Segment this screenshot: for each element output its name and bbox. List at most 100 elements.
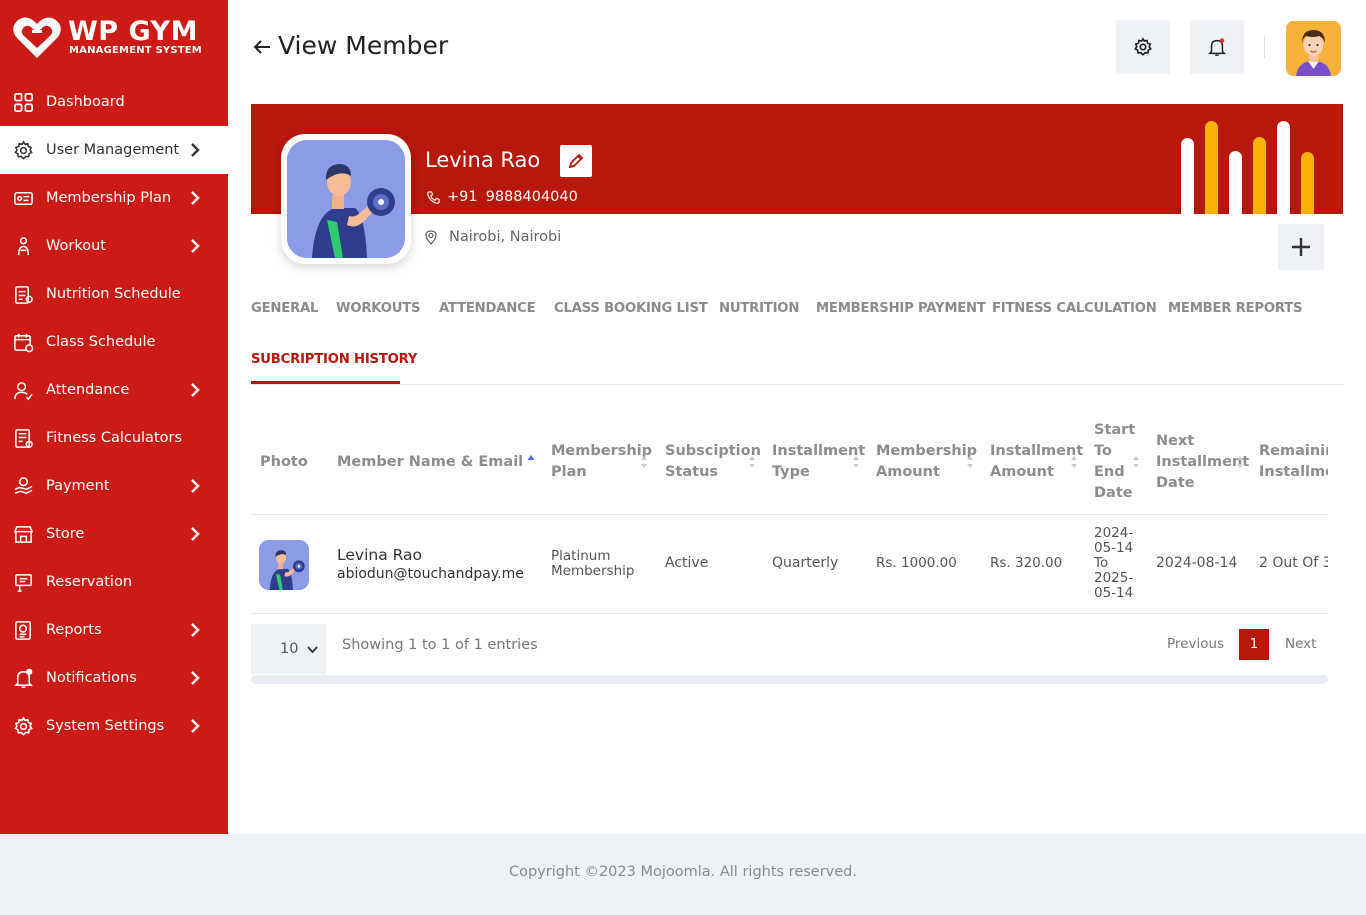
sidebar-item-membership-plan[interactable]: Membership Plan [0, 174, 228, 222]
sidebar-item-user-management[interactable]: User Management [0, 126, 228, 174]
avatar-image [1286, 21, 1341, 76]
row-date-line: 2025- [1094, 570, 1134, 586]
row-dates-clip: 2024- 05-14 To 2025- 05-14 [1094, 526, 1144, 597]
member-location: Nairobi, Nairobi [423, 229, 561, 245]
chevron-right-icon [188, 525, 202, 543]
row-membership-plan: Platinum Membership [551, 549, 634, 579]
member-phone: +91 9888404040 [426, 189, 578, 205]
sidebar-item-fitness-calculators[interactable]: Fitness Calculators [0, 414, 228, 462]
row-remaining-clip: 2 Out Of 3 [1259, 553, 1328, 575]
user-avatar[interactable] [1286, 21, 1341, 76]
sidebar-item-payment[interactable]: Payment [0, 462, 228, 510]
previous-page-button[interactable]: Previous [1167, 636, 1224, 652]
col-header-line: Start [1094, 422, 1136, 438]
chevron-right-icon [188, 717, 202, 735]
settings-button[interactable] [1116, 20, 1170, 74]
sidebar-item-class-schedule[interactable]: Class Schedule [0, 318, 228, 366]
sidebar-nav: Dashboard User Management Membership Pla… [0, 78, 228, 750]
copyright-text: Copyright ©2023 Mojoomla. All rights res… [508, 864, 857, 880]
sidebar-item-reports[interactable]: Reports [0, 606, 228, 654]
tab-fitness-calculation[interactable]: FITNESS CALCULATION [992, 301, 1157, 316]
chevron-right-icon [188, 621, 202, 639]
row-subscription-status: Active [665, 555, 709, 571]
edit-member-button[interactable] [560, 145, 592, 177]
row-next-installment-date: 2024-08-14 [1156, 555, 1238, 571]
pencil-icon [568, 153, 584, 169]
notifications-button[interactable] [1190, 20, 1244, 74]
tab-workouts[interactable]: WORKOUTS [336, 301, 421, 316]
sidebar-item-label: Fitness Calculators [46, 430, 183, 446]
tab-attendance[interactable]: ATTENDANCE [439, 301, 536, 316]
sidebar-item-label: Nutrition Schedule [46, 286, 181, 302]
sort-icon[interactable] [1070, 454, 1078, 470]
row-start-end-date: 2024- 05-14 To 2025- 05-14 [1094, 526, 1133, 597]
sidebar-item-system-settings[interactable]: System Settings [0, 702, 228, 750]
sidebar-item-label: Membership Plan [46, 190, 172, 206]
sidebar-item-label: Payment [46, 478, 110, 494]
calculator-icon [12, 427, 34, 449]
col-header-membership-amount[interactable]: Membership Amount [876, 441, 977, 483]
location-pin-icon [425, 230, 437, 245]
col-header-line: Date [1094, 485, 1133, 501]
tab-nutrition[interactable]: NUTRITION [719, 301, 799, 316]
tab-class-booking-list[interactable]: CLASS BOOKING LIST [554, 301, 708, 316]
sort-asc-icon[interactable] [527, 452, 535, 468]
sidebar: WP GYM MANAGEMENT SYSTEM Dashboard User … [0, 0, 228, 834]
col-header-membership-plan[interactable]: Membership Plan [551, 441, 652, 483]
bell-icon [1207, 38, 1227, 56]
sidebar-item-label: Notifications [46, 670, 137, 686]
tab-general[interactable]: GENERAL [251, 301, 318, 316]
col-header-member-name-email[interactable]: Member Name & Email [337, 452, 523, 473]
nutrition-icon [12, 283, 34, 305]
sort-icon[interactable] [640, 454, 648, 470]
tab-membership-payment[interactable]: MEMBERSHIP PAYMENT [816, 301, 986, 316]
page-size-select[interactable]: 10 [251, 624, 326, 674]
col-header-remaining-clip: Remaining Installments [1259, 441, 1328, 485]
heart-logo-icon [13, 17, 61, 58]
col-header-line: Installments [1259, 464, 1328, 480]
col-header-line: Plan [551, 464, 587, 480]
sort-icon[interactable] [852, 454, 860, 470]
page-1-button[interactable]: 1 [1239, 629, 1269, 660]
bell-icon [12, 667, 34, 689]
sidebar-item-reservation[interactable]: Reservation [0, 558, 228, 606]
sidebar-item-dashboard[interactable]: Dashboard [0, 78, 228, 126]
row-date-line: 2024- [1094, 526, 1134, 541]
col-header-start-to-end-date[interactable]: Start To End Date [1094, 420, 1135, 504]
member-photo-thumbnail [259, 540, 309, 590]
sidebar-item-workout[interactable]: Workout [0, 222, 228, 270]
tab-member-reports[interactable]: MEMBER REPORTS [1168, 301, 1303, 316]
col-header-line: Next [1156, 433, 1195, 449]
sidebar-item-store[interactable]: Store [0, 510, 228, 558]
sort-icon[interactable] [966, 454, 974, 470]
sidebar-item-nutrition-schedule[interactable]: Nutrition Schedule [0, 270, 228, 318]
sidebar-item-label: Class Schedule [46, 334, 156, 350]
sidebar-item-label: User Management [46, 142, 180, 158]
chevron-right-icon [188, 381, 202, 399]
col-header-line: End [1094, 464, 1125, 480]
next-page-button[interactable]: Next [1285, 636, 1316, 652]
member-name: Levina Rao [425, 148, 541, 172]
sort-icon[interactable] [1132, 454, 1140, 470]
horizontal-scrollbar[interactable] [251, 675, 1328, 684]
users-gear-icon [12, 139, 34, 161]
col-header-subscription-status[interactable]: Subsciption Status [665, 441, 761, 483]
sort-icon[interactable] [748, 454, 756, 470]
sidebar-item-notifications[interactable]: Notifications [0, 654, 228, 702]
tab-subscription-history[interactable]: SUBCRIPTION HISTORY [251, 352, 417, 367]
brand-logo[interactable]: WP GYM MANAGEMENT SYSTEM [12, 14, 222, 62]
sidebar-item-attendance[interactable]: Attendance [0, 366, 228, 414]
phone-icon [427, 190, 440, 204]
table-row-divider [251, 613, 1328, 614]
sort-icon[interactable] [1236, 454, 1244, 470]
col-header-remaining-installments[interactable]: Remaining Installments [1259, 441, 1328, 483]
row-date-line: 05-14 [1094, 540, 1134, 556]
attendance-icon [12, 379, 34, 401]
footer: Copyright ©2023 Mojoomla. All rights res… [0, 834, 1366, 915]
col-header-line: Membership [876, 443, 978, 459]
col-header-line: Date [1156, 475, 1195, 491]
back-arrow-icon[interactable] [252, 37, 272, 57]
chevron-down-icon [307, 645, 319, 653]
col-header-line: To [1094, 443, 1112, 459]
add-button[interactable] [1278, 224, 1324, 270]
